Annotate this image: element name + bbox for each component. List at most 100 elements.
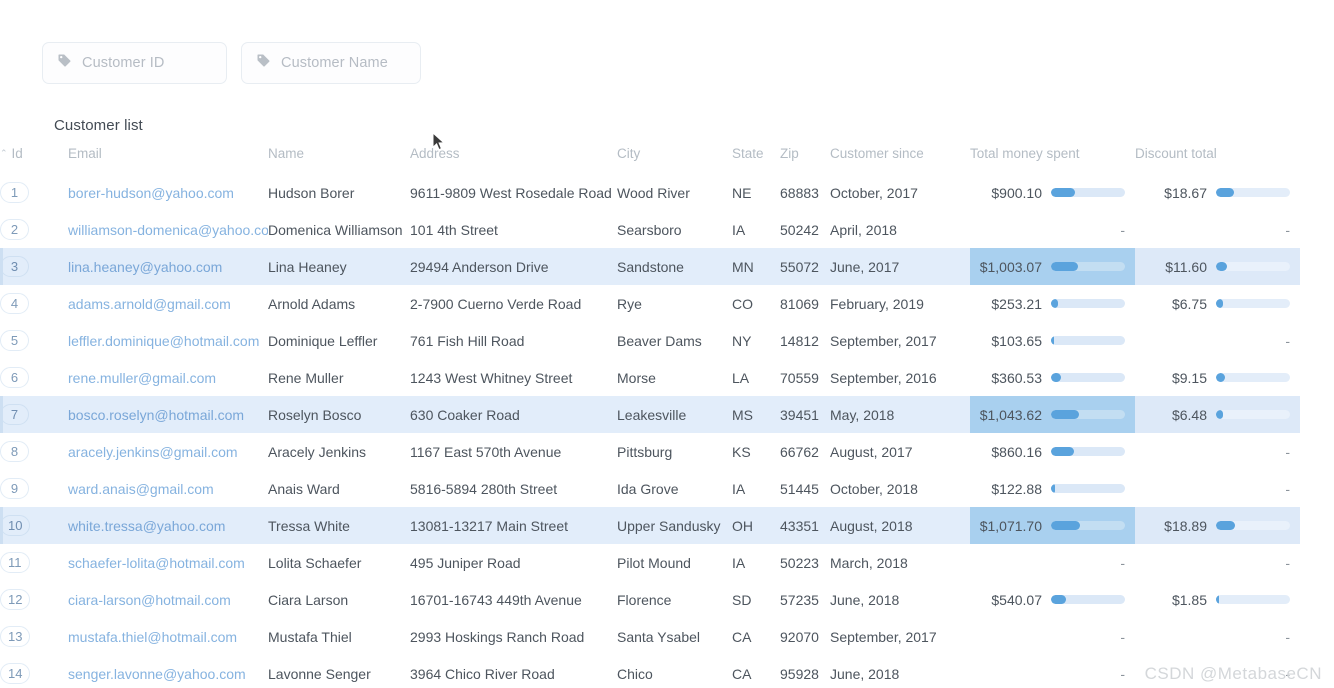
email-link[interactable]: adams.arnold@gmail.com xyxy=(68,296,231,312)
table-header-row: ⌃ Id Email Name Address City State Zip Cu… xyxy=(0,146,1300,174)
email-link[interactable]: lina.heaney@yahoo.com xyxy=(68,259,222,275)
money-value: $1,043.62 xyxy=(979,406,1042,423)
id-badge: 11 xyxy=(0,552,30,573)
email-link[interactable]: rene.muller@gmail.com xyxy=(68,370,216,386)
email-link[interactable]: williamson-domenica@yahoo.com xyxy=(68,222,268,238)
money-value: $103.65 xyxy=(991,332,1042,349)
column-header-email[interactable]: Email xyxy=(68,146,268,174)
cell-zip: 70559 xyxy=(780,369,819,386)
money-cell: $1,043.62 xyxy=(970,396,1135,433)
email-link[interactable]: ward.anais@gmail.com xyxy=(68,481,214,497)
cell-city: Sandstone xyxy=(617,248,732,285)
empty-value: - xyxy=(1120,221,1125,238)
money-cell: $6.48 xyxy=(1135,396,1300,433)
cell-customer-since: August, 2018 xyxy=(830,507,970,544)
mini-bar-track xyxy=(1216,299,1290,308)
column-header-id-label: Id xyxy=(11,146,23,161)
money-value: $1,071.70 xyxy=(979,517,1042,534)
mini-bar-track xyxy=(1051,373,1125,382)
cell-city: Wood River xyxy=(617,184,690,201)
table-row[interactable]: 8 aracely.jenkins@gmail.com Aracely Jenkin… xyxy=(0,433,1300,470)
column-header-customer-since[interactable]: Customer since xyxy=(830,146,970,174)
money-cell: $1.85 xyxy=(1135,581,1300,618)
mini-bar-fill xyxy=(1051,373,1061,382)
empty-value: - xyxy=(1120,554,1125,571)
column-header-city[interactable]: City xyxy=(617,146,732,174)
column-header-name[interactable]: Name xyxy=(268,146,410,174)
cell-address: 2993 Hoskings Ranch Road xyxy=(410,628,585,645)
cell-state: OH xyxy=(732,507,780,544)
money-value: $540.07 xyxy=(991,591,1042,608)
cell-address: 9611-9809 West Rosedale Road xyxy=(410,184,612,201)
mini-bar-fill xyxy=(1216,595,1219,604)
tag-icon xyxy=(256,53,271,73)
sort-asc-icon[interactable]: ⌃ xyxy=(0,148,8,159)
table-row[interactable]: 10 white.tressa@yahoo.com Tressa White 1308… xyxy=(0,507,1300,544)
table-row[interactable]: 1 borer-hudson@yahoo.com Hudson Borer 9611-… xyxy=(0,174,1300,211)
mini-bar-fill xyxy=(1051,299,1058,308)
cell-email: mustafa.thiel@hotmail.com xyxy=(68,618,268,655)
table-row[interactable]: 4 adams.arnold@gmail.com Arnold Adams 2-790… xyxy=(0,285,1300,322)
cell-name: Rene Muller xyxy=(268,369,344,386)
money-value: $860.16 xyxy=(991,443,1042,460)
email-link[interactable]: senger.lavonne@yahoo.com xyxy=(68,666,246,682)
id-badge: 9 xyxy=(0,478,29,499)
money-value: $900.10 xyxy=(991,184,1042,201)
table-body: 1 borer-hudson@yahoo.com Hudson Borer 9611-… xyxy=(0,174,1300,688)
email-link[interactable]: white.tressa@yahoo.com xyxy=(68,518,225,534)
table-row[interactable]: 12 ciara-larson@hotmail.com Ciara Larson 16… xyxy=(0,581,1300,618)
column-header-id[interactable]: ⌃ Id xyxy=(0,146,68,174)
column-header-discount-total[interactable]: Discount total xyxy=(1135,146,1300,174)
mini-bar-fill xyxy=(1051,262,1079,271)
cell-discount-total: - xyxy=(1135,433,1300,470)
money-cell: $900.10 xyxy=(970,174,1135,211)
email-link[interactable]: schaefer-lolita@hotmail.com xyxy=(68,555,245,571)
cell-address: 5816-5894 280th Street xyxy=(410,480,558,497)
id-badge: 3 xyxy=(0,256,29,277)
cell-city: Chico xyxy=(617,665,653,682)
cell-customer-since: June, 2018 xyxy=(830,665,900,682)
cell-total-money-spent: $103.65 xyxy=(970,322,1135,359)
cell-state: NE xyxy=(732,184,752,201)
money-cell: $122.88 xyxy=(970,470,1135,507)
cell-address: 761 Fish Hill Road xyxy=(410,332,525,349)
money-cell: $1,071.70 xyxy=(970,507,1135,544)
cell-zip: 39451 xyxy=(780,396,830,433)
table-row[interactable]: 3 lina.heaney@yahoo.com Lina Heaney 29494 A… xyxy=(0,248,1300,285)
cell-customer-since: September, 2016 xyxy=(830,369,937,386)
table-row[interactable]: 2 williamson-domenica@yahoo.com Domenica W… xyxy=(0,211,1300,248)
customer-table-container: ⌃ Id Email Name Address City State Zip Cu… xyxy=(0,146,1334,688)
cell-id: 4 xyxy=(0,285,68,322)
empty-value: - xyxy=(1285,554,1290,571)
email-link[interactable]: leffler.dominique@hotmail.com xyxy=(68,333,259,349)
email-link[interactable]: mustafa.thiel@hotmail.com xyxy=(68,629,237,645)
mini-bar-fill xyxy=(1051,484,1055,493)
table-row[interactable]: 11 schaefer-lolita@hotmail.com Lolita Scha… xyxy=(0,544,1300,581)
cell-id: 13 xyxy=(0,618,68,655)
email-link[interactable]: ciara-larson@hotmail.com xyxy=(68,592,231,608)
id-badge: 14 xyxy=(0,663,31,684)
mini-bar-track xyxy=(1216,521,1290,530)
cell-name: Mustafa Thiel xyxy=(268,628,352,645)
table-row[interactable]: 14 senger.lavonne@yahoo.com Lavonne Senger… xyxy=(0,655,1300,688)
table-row[interactable]: 9 ward.anais@gmail.com Anais Ward 5816-5894… xyxy=(0,470,1300,507)
cell-email: adams.arnold@gmail.com xyxy=(68,285,268,322)
column-header-total-money-spent[interactable]: Total money spent xyxy=(970,146,1135,174)
cell-state: MS xyxy=(732,396,780,433)
table-row[interactable]: 5 leffler.dominique@hotmail.com Dominique … xyxy=(0,322,1300,359)
table-row[interactable]: 13 mustafa.thiel@hotmail.com Mustafa Thiel… xyxy=(0,618,1300,655)
column-header-state[interactable]: State xyxy=(732,146,780,174)
column-header-zip[interactable]: Zip xyxy=(780,146,830,174)
column-header-address[interactable]: Address xyxy=(410,146,617,174)
customer-name-filter[interactable]: Customer Name xyxy=(241,42,421,84)
email-link[interactable]: aracely.jenkins@gmail.com xyxy=(68,444,238,460)
table-row[interactable]: 7 bosco.roselyn@hotmail.com Roselyn Bosco 6… xyxy=(0,396,1300,433)
email-link[interactable]: borer-hudson@yahoo.com xyxy=(68,185,234,201)
cell-city: Pittsburg xyxy=(617,443,673,460)
customer-id-filter[interactable]: Customer ID xyxy=(42,42,227,84)
table-row[interactable]: 6 rene.muller@gmail.com Rene Muller 1243 We… xyxy=(0,359,1300,396)
cell-total-money-spent: $1,071.70 xyxy=(970,507,1135,544)
email-link[interactable]: bosco.roselyn@hotmail.com xyxy=(68,407,244,423)
cell-total-money-spent: $860.16 xyxy=(970,433,1135,470)
cell-state: IA xyxy=(732,221,746,238)
